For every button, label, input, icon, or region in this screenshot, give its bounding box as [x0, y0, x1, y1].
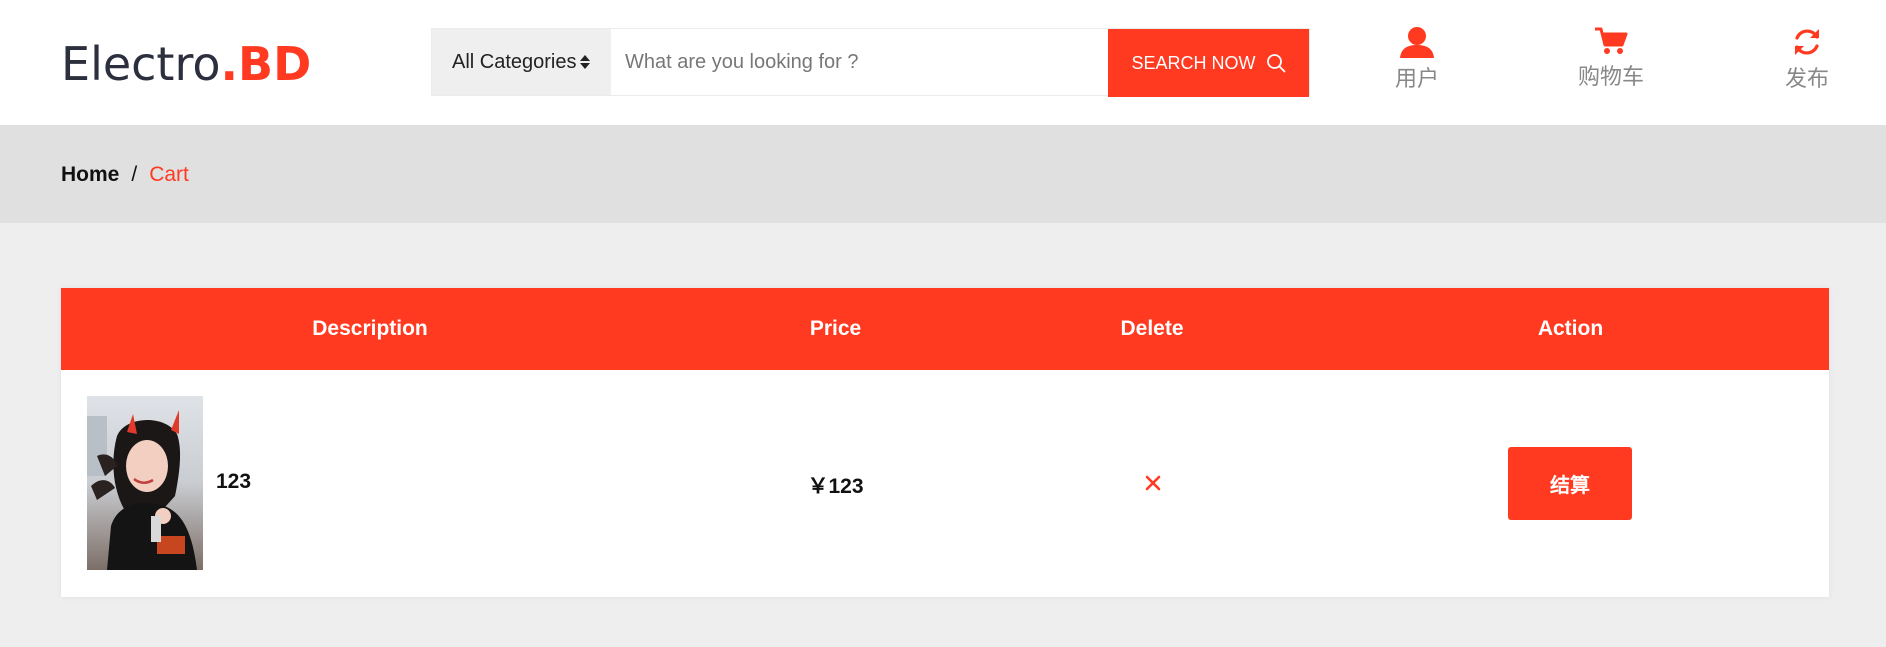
column-header-delete: Delete — [1120, 317, 1184, 340]
logo-text: Electro — [61, 37, 221, 91]
search-bar: All Categories SEARCH NOW — [431, 28, 1310, 97]
product-price: ￥123 — [807, 475, 864, 498]
nav-publish-label: 发布 — [1784, 67, 1829, 92]
cart-icon — [1595, 27, 1628, 54]
nav-user-label: 用户 — [1394, 67, 1439, 92]
search-button-label: SEARCH NOW — [1131, 52, 1256, 73]
site-logo[interactable]: Electro.BD — [61, 36, 311, 92]
column-header-price: Price — [809, 317, 862, 340]
breadcrumb: Home / Cart — [61, 162, 189, 188]
category-select-label: All Categories — [452, 50, 577, 73]
product-thumbnail[interactable] — [87, 396, 203, 570]
nav-cart-label: 购物车 — [1577, 65, 1644, 90]
product-photo — [87, 396, 203, 570]
nav-publish[interactable]: 发布 — [1747, 26, 1867, 93]
breadcrumb-bar: Home / Cart — [0, 125, 1886, 223]
checkout-button[interactable]: 结算 — [1508, 447, 1632, 520]
cart-table: Description Price Delete Action 123 ￥123… — [61, 288, 1829, 597]
site-header: Electro.BD All Categories SEARCH NOW 用户 — [0, 0, 1886, 125]
close-icon — [1145, 475, 1161, 491]
column-header-description: Description — [312, 317, 428, 340]
table-header: Description Price Delete Action — [61, 288, 1829, 370]
delete-item-button[interactable] — [1144, 474, 1162, 492]
logo-accent-text: .BD — [220, 37, 312, 91]
breadcrumb-current: Cart — [149, 163, 189, 186]
refresh-icon — [1795, 29, 1819, 55]
sort-arrows-icon — [579, 55, 590, 69]
user-icon — [1400, 27, 1434, 58]
product-name[interactable]: 123 — [216, 470, 251, 494]
nav-user[interactable]: 用户 — [1357, 26, 1477, 93]
search-input[interactable] — [611, 29, 1108, 95]
search-icon — [1266, 54, 1285, 73]
table-row: 123 ￥123 结算 — [61, 370, 1829, 597]
breadcrumb-separator: / — [131, 163, 138, 186]
category-select[interactable]: All Categories — [432, 29, 611, 95]
column-header-action: Action — [1537, 317, 1604, 340]
nav-cart[interactable]: 购物车 — [1551, 26, 1671, 91]
breadcrumb-home-link[interactable]: Home — [61, 163, 119, 186]
search-button[interactable]: SEARCH NOW — [1108, 29, 1309, 97]
